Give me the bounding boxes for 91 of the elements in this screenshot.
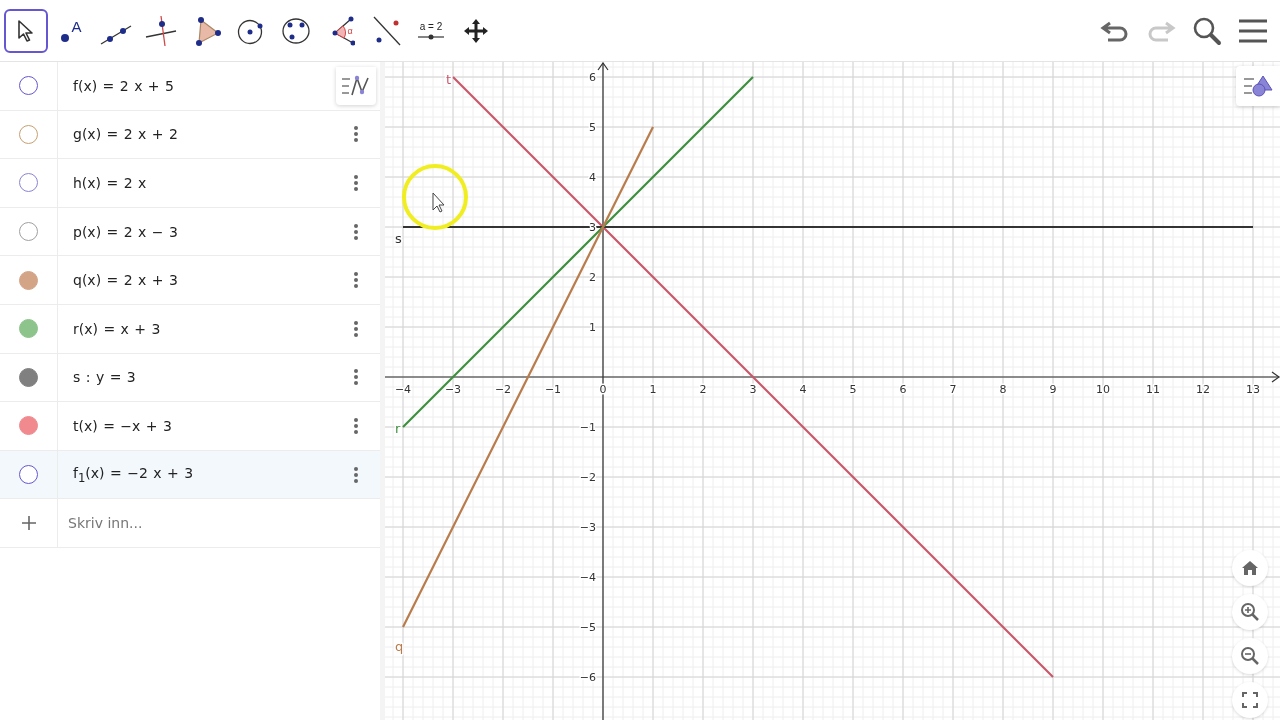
zoom-out-button[interactable] — [1232, 638, 1268, 674]
vertical-dots-icon — [353, 271, 359, 290]
y-tick-label: 2 — [589, 271, 596, 284]
algebra-expression: t(x) = −x + 3 — [72, 417, 173, 434]
visibility-toggle[interactable] — [19, 416, 38, 436]
fullscreen-button[interactable] — [1232, 682, 1268, 718]
x-tick-label: 9 — [1049, 383, 1057, 396]
algebra-expression: f(x) = 2 x + 5 — [72, 77, 175, 94]
algebra-expression: p(x) = 2 x − 3 — [72, 223, 179, 240]
algebra-row[interactable]: r(x) = x + 3 — [0, 304, 380, 354]
x-tick-label: 4 — [799, 383, 807, 396]
algebra-expression: g(x) = 2 x + 2 — [72, 126, 179, 143]
home-button[interactable] — [1232, 550, 1268, 586]
visibility-toggle[interactable] — [19, 465, 38, 485]
vertical-dots-icon — [353, 368, 359, 387]
algebra-expression: h(x) = 2 x — [72, 175, 148, 191]
zoom-out-icon — [1240, 646, 1260, 666]
fullscreen-icon — [1242, 692, 1258, 708]
x-tick-label: 12 — [1196, 383, 1210, 396]
vertical-dots-icon — [353, 125, 359, 144]
visibility-toggle[interactable] — [19, 319, 38, 339]
y-tick-label: −1 — [579, 421, 596, 434]
y-tick-label: 5 — [589, 121, 596, 134]
x-tick-label: 3 — [749, 383, 757, 396]
y-tick-label: 1 — [589, 321, 596, 334]
graphics-settings-button[interactable] — [1236, 66, 1280, 106]
x-tick-label: 1 — [649, 383, 657, 396]
x-tick-label: −1 — [544, 383, 562, 396]
visibility-toggle[interactable] — [19, 270, 38, 290]
x-tick-label: 13 — [1246, 383, 1260, 396]
perpendicular-line-icon — [144, 14, 178, 47]
algebra-row[interactable]: h(x) = 2 x — [0, 159, 380, 208]
algebra-expression: q(x) = 2 x + 3 — [72, 272, 179, 289]
algebra-row[interactable]: f(x) = 2 x + 5 — [0, 62, 380, 111]
visibility-toggle[interactable] — [19, 173, 38, 193]
line-label: q — [395, 639, 404, 654]
point-label: A — [71, 18, 82, 35]
x-tick-label: −3 — [444, 383, 462, 396]
y-tick-label: 4 — [589, 171, 596, 184]
vertical-dots-icon — [353, 319, 359, 338]
angle-label: α — [347, 25, 353, 36]
x-tick-label: 6 — [899, 383, 907, 396]
visibility-toggle[interactable] — [19, 367, 38, 387]
line-label: s — [395, 231, 402, 246]
plus-icon — [20, 515, 37, 532]
zoom-in-icon — [1240, 602, 1260, 622]
zoom-in-button[interactable] — [1232, 594, 1268, 630]
y-tick-label: 6 — [589, 71, 596, 84]
algebra-expression: s : y = 3 — [72, 369, 137, 386]
algebra-row[interactable]: t(x) = −x + 3 — [0, 402, 380, 451]
x-tick-label: 11 — [1146, 383, 1160, 396]
algebra-row[interactable]: s : y = 3 — [0, 353, 380, 403]
input-field[interactable]: Skriv inn... — [58, 504, 370, 543]
y-tick-label: −3 — [579, 521, 596, 534]
home-icon — [1241, 560, 1259, 576]
menu-icon — [1238, 17, 1268, 44]
x-tick-label: −2 — [494, 383, 512, 396]
algebra-expression: f$_{1}$(x) = −2 x + 3 — [72, 464, 195, 485]
algebra-expression: r(x) = x + 3 — [72, 320, 162, 337]
x-tick-label: −4 — [394, 383, 412, 396]
visibility-toggle[interactable] — [19, 124, 38, 144]
vertical-dots-icon — [353, 416, 359, 435]
line-label: r — [395, 421, 401, 436]
algebra-row[interactable]: g(x) = 2 x + 2 — [0, 110, 380, 160]
x-tick-label: 8 — [999, 383, 1007, 396]
y-tick-label: −6 — [579, 671, 596, 684]
line-label: t — [446, 72, 452, 87]
visibility-toggle[interactable] — [19, 76, 38, 96]
algebra-row[interactable]: q(x) = 2 x + 3 — [0, 256, 380, 305]
x-tick-label: 10 — [1096, 383, 1110, 396]
algebra-settings-button[interactable] — [336, 66, 376, 105]
slider-label: a = 2 — [419, 21, 443, 32]
list-shapes-icon — [1242, 73, 1274, 99]
x-tick-label: 2 — [699, 383, 707, 396]
y-tick-label: −2 — [579, 471, 596, 484]
cursor-highlight-drawing — [402, 164, 468, 230]
y-tick-label: −4 — [579, 571, 596, 584]
search-icon — [1192, 15, 1222, 46]
move-tool-button[interactable] — [4, 8, 48, 53]
vertical-dots-icon — [353, 174, 359, 192]
x-tick-label: 7 — [949, 383, 957, 396]
visibility-toggle[interactable] — [19, 222, 38, 242]
ellipse-through-points-icon — [280, 15, 312, 46]
x-tick-label: 5 — [849, 383, 857, 396]
point-icon — [60, 33, 71, 43]
vertical-dots-icon — [353, 465, 359, 484]
slider-icon — [418, 34, 444, 40]
vertical-dots-icon — [353, 222, 359, 241]
algebra-row[interactable]: f$_{1}$(x) = −2 x + 3 — [0, 450, 380, 500]
y-tick-label: −5 — [579, 621, 596, 634]
algebra-row[interactable]: p(x) = 2 x − 3 — [0, 207, 380, 257]
